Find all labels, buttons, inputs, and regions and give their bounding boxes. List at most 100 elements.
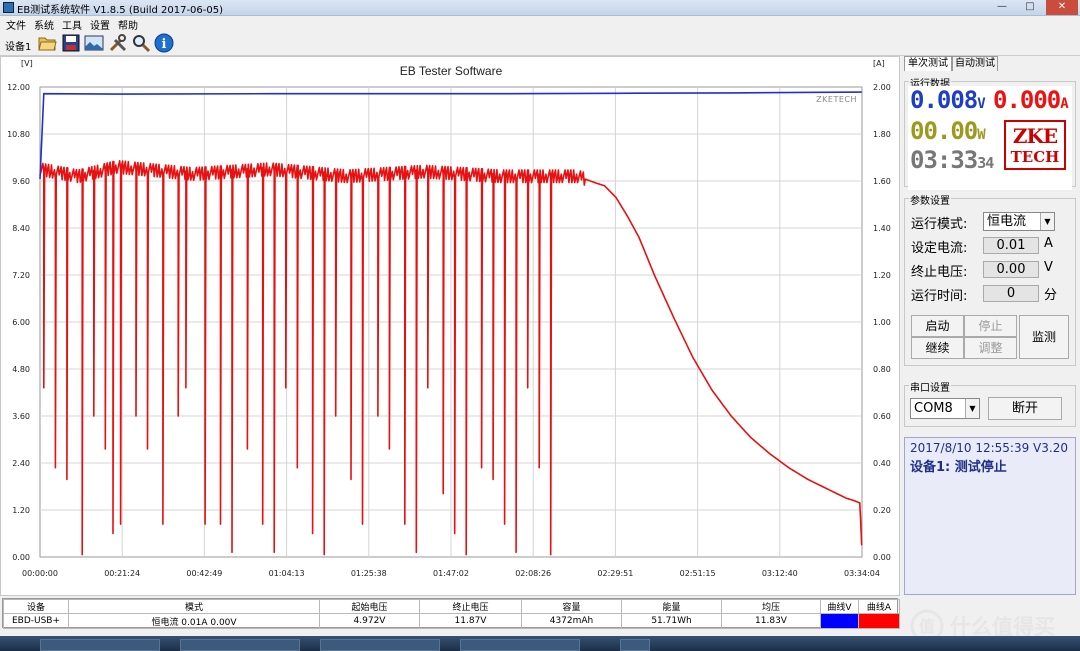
cell-end-voltage: 11.87V [419,613,522,629]
maximize-button[interactable]: □ [1018,0,1042,15]
left-axis-unit: [V] [21,59,33,68]
status-message: 设备1: 测试停止 [910,460,1007,475]
x-tick-label: 03:12:40 [762,569,798,578]
x-tick-label: 02:29:51 [597,569,633,578]
minimize-button[interactable]: — [990,0,1014,15]
tools-icon[interactable] [108,33,128,53]
run-time-label: 运行时间: [911,289,968,304]
window-title: EB测试系统软件 V1.8.5 (Build 2017-06-05) [17,5,224,16]
tab-auto-test[interactable]: 自动测试 [952,56,998,71]
x-tick-label: 01:04:13 [269,569,305,578]
y-right-tick-label: 0.60 [873,412,891,421]
start-button[interactable]: 启动 [911,315,964,337]
close-button[interactable]: ✕ [1046,0,1078,15]
y-right-tick-label: 1.60 [873,177,891,186]
info-icon[interactable]: i [154,33,174,53]
x-tick-label: 01:47:02 [433,569,469,578]
continue-button[interactable]: 继续 [911,337,964,359]
image-icon[interactable] [84,33,104,53]
y-left-tick-label: 8.40 [12,224,30,233]
cell-capacity: 4372mAh [521,613,622,629]
x-tick-label: 00:00:00 [22,569,58,578]
y-left-tick-label: 7.20 [12,271,30,280]
y-right-tick-label: 1.00 [873,318,891,327]
col-header-curve-v: 曲线V [820,599,859,614]
run-time-unit: 分 [1044,288,1058,303]
y-right-tick-label: 0.80 [873,365,891,374]
com-port-select[interactable]: COM8 ▼ [910,398,980,419]
y-left-tick-label: 10.80 [7,130,30,139]
cell-mode: 恒电流 0.01A 0.00V [68,613,320,629]
set-current-field[interactable]: 0.01 [983,237,1039,254]
taskbar-item[interactable] [620,639,650,651]
toolbar: 设备1 i [0,30,1080,56]
taskbar-item[interactable] [40,639,160,651]
col-header-device: 设备 [3,599,69,614]
cell-avg-voltage: 11.83V [721,613,821,629]
adjust-button[interactable]: 调整 [964,337,1017,359]
curve-v-swatch[interactable] [820,613,859,629]
y-right-tick-label: 2.00 [873,83,891,92]
device-selector-label[interactable]: 设备1 [5,38,31,53]
col-header-mode: 模式 [68,599,320,614]
chevron-down-icon: ▼ [965,399,979,418]
x-tick-label: 02:51:15 [680,569,716,578]
taskbar-item[interactable] [460,639,580,651]
voltage-readout: 0.008V [910,86,986,114]
y-right-ticks: 0.00 0.20 0.40 0.60 0.80 1.00 1.20 1.40 1.60 1.80… [873,83,891,562]
app-icon [3,2,14,13]
params-group: 参数设置 运行模式: 恒电流 ▼ 设定电流: 0.01 A 终止电压: 0.00 … [904,192,1076,366]
curve-a-swatch[interactable] [858,613,900,629]
folder-open-icon[interactable] [37,33,57,53]
zke-tech-logo: ZKE TECH [1004,120,1066,170]
set-current-unit: A [1044,236,1053,251]
tab-single-test[interactable]: 单次测试 [904,56,952,71]
right-axis-unit: [A] [873,59,885,68]
chart-svg: 0.00 1.20 2.40 3.60 4.80 6.00 7.20 8.40 9.60 10.8… [7,59,891,578]
y-left-tick-label: 12.00 [7,83,30,92]
y-left-tick-label: 6.00 [12,318,30,327]
y-right-tick-label: 0.40 [873,459,891,468]
x-tick-label: 00:42:49 [186,569,222,578]
menu-bar: 文件 系统 工具 设置 帮助 [0,16,1080,32]
mode-select[interactable]: 恒电流 ▼ [983,212,1055,231]
monitor-button[interactable]: 监测 [1019,315,1069,359]
serial-group: 串口设置 COM8 ▼ 断开 [904,379,1076,427]
run-time-field[interactable]: 0 [983,285,1039,302]
cutoff-voltage-field[interactable]: 0.00 [983,261,1039,278]
chevron-down-icon: ▼ [1040,213,1054,230]
params-label: 参数设置 [909,192,951,207]
taskbar [0,636,1080,651]
x-tick-label: 02:08:26 [515,569,551,578]
save-icon[interactable] [61,33,81,53]
y-right-tick-label: 1.20 [873,271,891,280]
chart-panel: 0.00 1.20 2.40 3.60 4.80 6.00 7.20 8.40 9.60 10.8… [0,56,900,596]
elapsed-time-readout: 03:3334 [910,146,994,174]
y-right-tick-label: 1.80 [873,130,891,139]
status-timestamp: 2017/8/10 12:55:39 V3.20 [910,441,1068,455]
taskbar-item[interactable] [180,639,300,651]
stop-button[interactable]: 停止 [964,315,1017,337]
search-icon[interactable] [131,33,151,53]
set-current-label: 设定电流: [911,241,968,256]
disconnect-button[interactable]: 断开 [988,397,1062,420]
x-ticks: 00:00:00 00:21:24 00:42:49 01:04:13 01:25:38… [22,569,880,578]
y-left-tick-label: 2.40 [12,459,30,468]
taskbar-item[interactable] [320,639,440,651]
x-tick-label: 01:25:38 [351,569,387,578]
y-right-tick-label: 1.40 [873,224,891,233]
y-right-tick-label: 0.00 [873,553,891,562]
cell-energy: 51.71Wh [621,613,722,629]
table-row[interactable]: EBD-USB+ 恒电流 0.01A 0.00V 4.972V 11.87V 4… [3,613,900,629]
x-tick-label: 00:21:24 [104,569,140,578]
svg-text:i: i [162,37,167,52]
title-bar: EB测试系统软件 V1.8.5 (Build 2017-06-05) — □ ✕ [0,0,1080,16]
chart-title: EB Tester Software [400,64,503,78]
chart-watermark: ZKETECH [816,95,857,104]
y-left-tick-label: 3.60 [12,412,30,421]
col-header-avg-voltage: 均压 [721,599,821,614]
col-header-capacity: 容量 [521,599,622,614]
y-left-tick-label: 4.80 [12,365,30,374]
col-header-curve-a: 曲线A [858,599,900,614]
y-right-tick-label: 0.20 [873,506,891,515]
